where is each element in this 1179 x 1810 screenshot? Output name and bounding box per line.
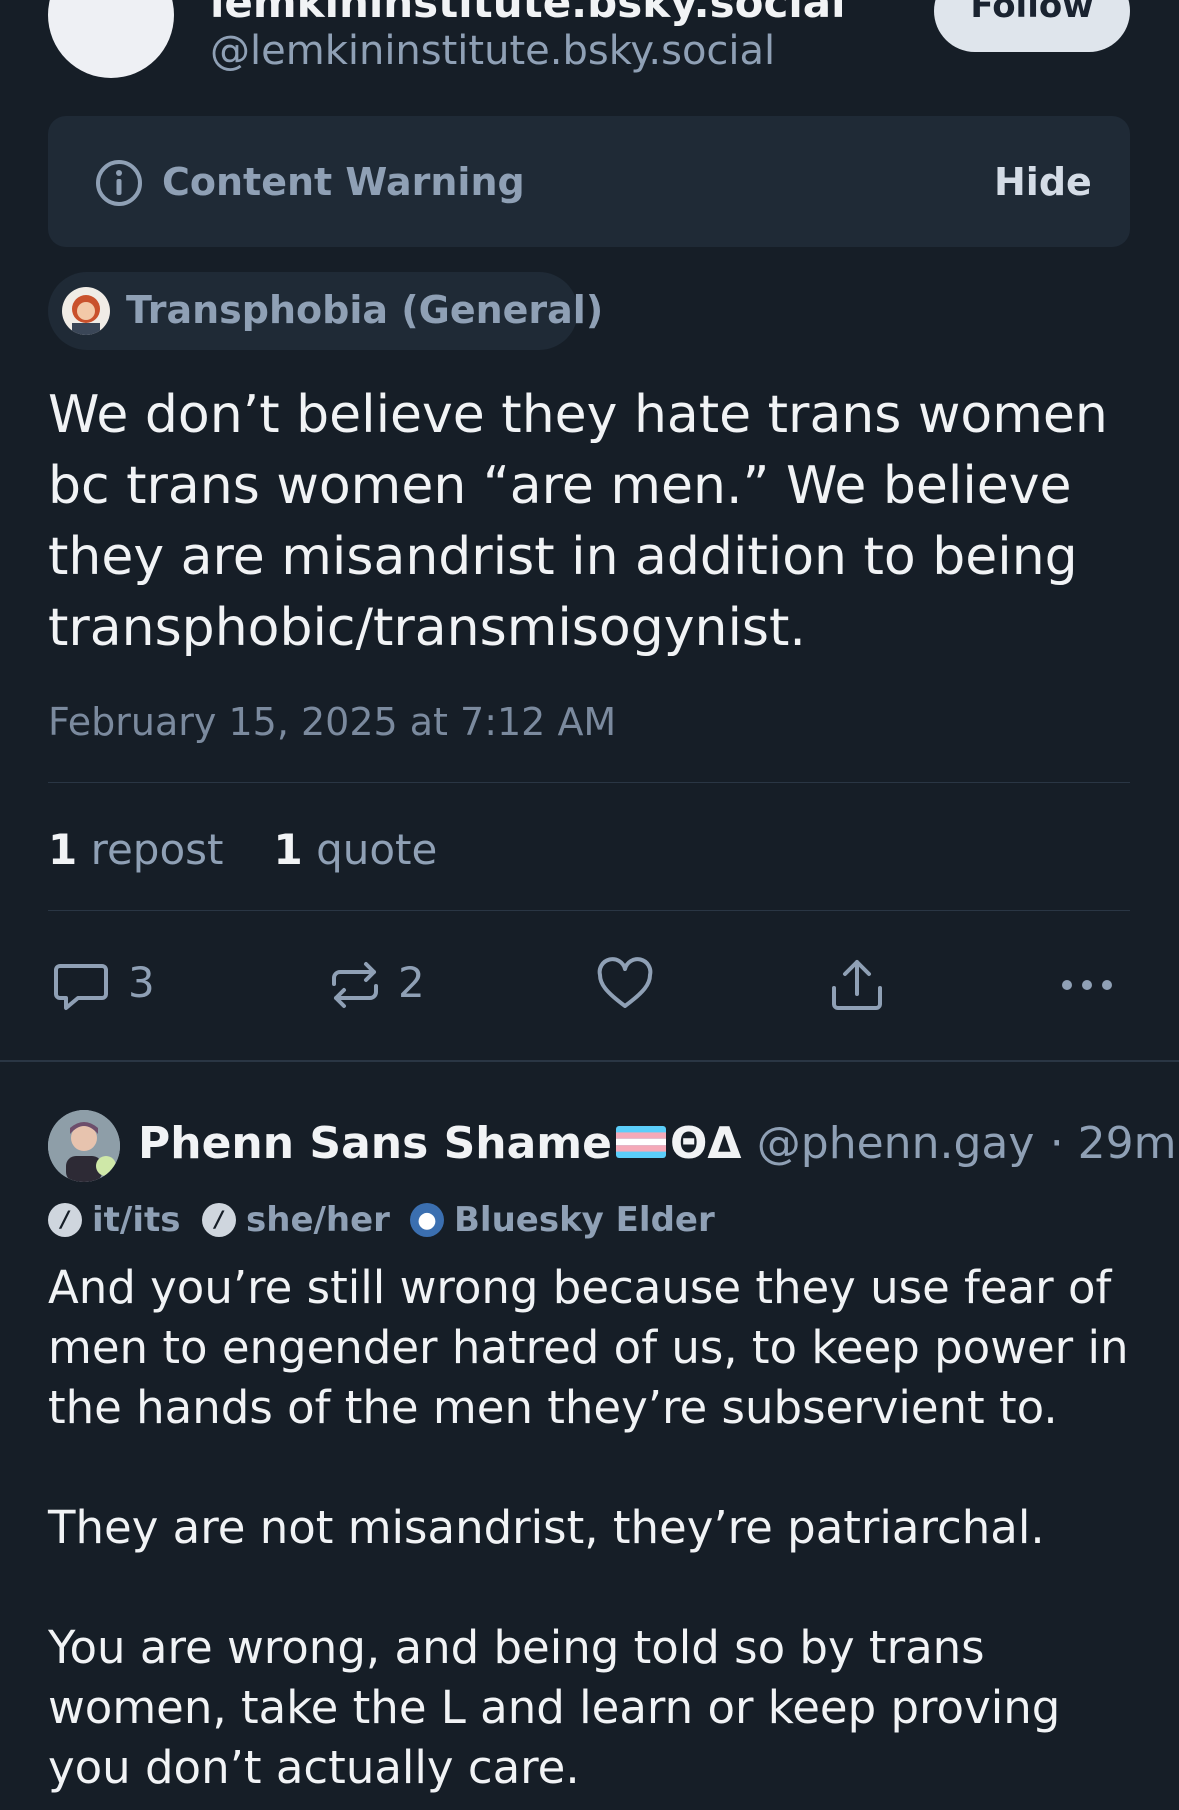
share-icon[interactable] (828, 956, 886, 1014)
reposts-stat[interactable]: 1 repost (48, 825, 223, 874)
bluesky-elder-icon: ● (410, 1203, 444, 1237)
quotes-stat[interactable]: 1 quote (273, 825, 437, 874)
more-icon[interactable] (1058, 956, 1116, 1014)
reply-handle[interactable]: @phenn.gay (757, 1118, 1035, 1169)
author-display-name[interactable]: lemkininstitute.bsky.social (210, 0, 846, 27)
trans-flag-icon (616, 1126, 666, 1158)
follow-button[interactable]: Follow (934, 0, 1130, 52)
author-handle[interactable]: @lemkininstitute.bsky.social (210, 28, 775, 74)
author-avatar[interactable] (48, 0, 174, 78)
hide-button[interactable]: Hide (994, 160, 1092, 204)
labeler-avatar (62, 287, 110, 335)
pronoun-text: it/its (92, 1200, 181, 1240)
pronoun-icon: / (48, 1203, 82, 1237)
repost-icon[interactable] (326, 956, 384, 1014)
reply-icon[interactable] (52, 956, 110, 1014)
reply-display-name[interactable]: Phenn Sans Shame (138, 1118, 612, 1169)
pronoun-badge[interactable]: / it/its (48, 1200, 180, 1240)
label-chip-text: Transphobia (General) (126, 288, 604, 332)
info-icon (96, 160, 142, 206)
post-separator (0, 1060, 1179, 1062)
divider (48, 910, 1130, 911)
reply-author-avatar[interactable] (48, 1110, 120, 1182)
pronoun-text: she/her (246, 1200, 390, 1240)
reply-count: 3 (128, 958, 155, 1007)
elder-badge[interactable]: ● Bluesky Elder (410, 1200, 715, 1240)
reply-text: And you’re still wrong because they use … (48, 1261, 1129, 1794)
quotes-label: quote (316, 825, 438, 874)
reposts-count: 1 (48, 825, 78, 874)
reposts-label: repost (90, 825, 224, 874)
repost-count: 2 (398, 958, 425, 1007)
post-date: February 15, 2025 at 7:12 AM (48, 700, 617, 744)
reply-time: · 29m (1049, 1118, 1177, 1169)
reply-header: Phenn Sans Shame ΘΔ @phenn.gay · 29m (138, 1118, 1177, 1169)
post-stats: 1 repost 1 quote (48, 825, 437, 874)
content-warning-label: Content Warning (162, 160, 525, 204)
pronoun-icon: / (202, 1203, 236, 1237)
heart-icon[interactable] (596, 956, 654, 1014)
pronoun-badge[interactable]: / she/her (202, 1200, 390, 1240)
reply-name-suffix: ΘΔ (670, 1118, 742, 1169)
post-text: We don’t believe they hate trans women b… (48, 385, 1108, 658)
divider (48, 782, 1130, 783)
quotes-count: 1 (273, 825, 303, 874)
elder-badge-text: Bluesky Elder (454, 1200, 715, 1240)
